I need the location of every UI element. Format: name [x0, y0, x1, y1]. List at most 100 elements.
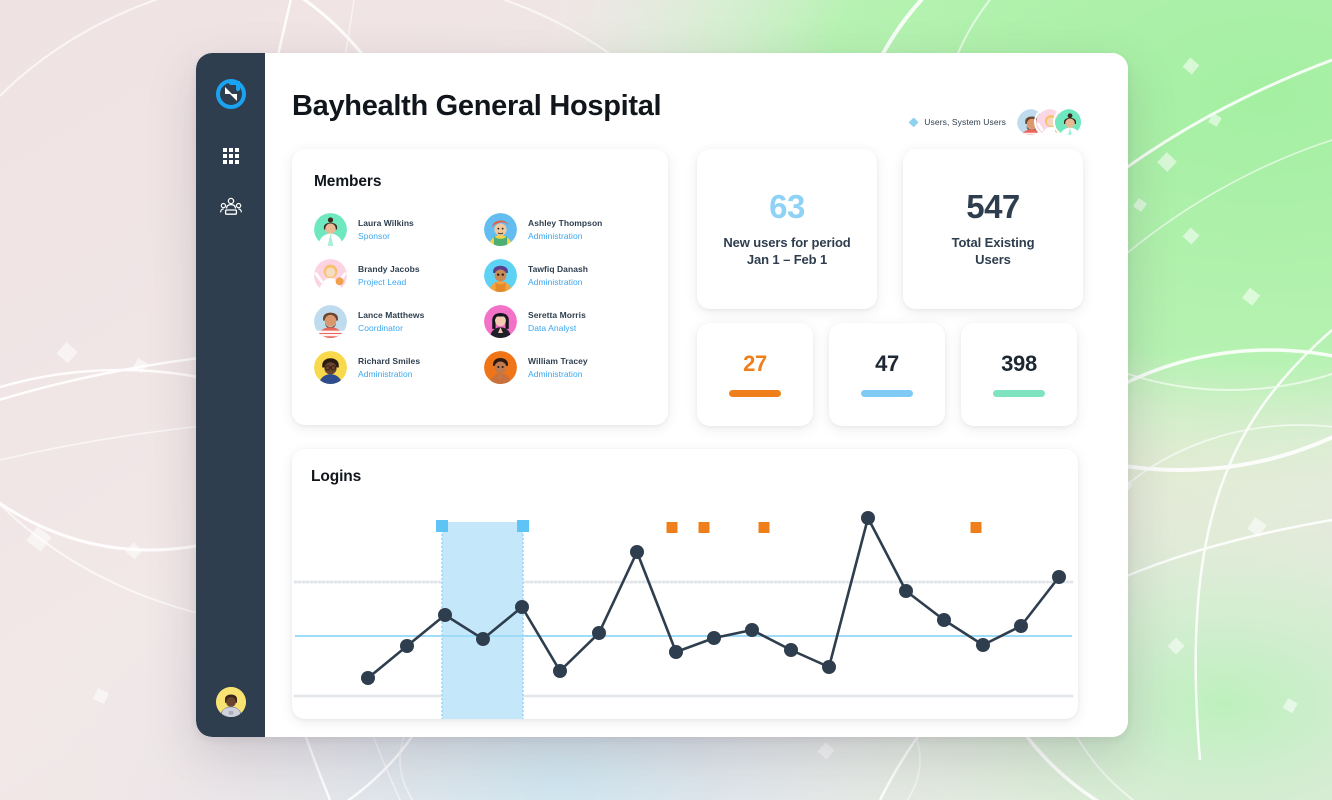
list-item[interactable]: Laura Wilkins Sponsor — [314, 213, 474, 246]
list-item[interactable]: Lance Matthews Coordinator — [314, 305, 474, 338]
stat-value: 47 — [875, 350, 899, 376]
avatar-william-glyph — [484, 351, 517, 384]
member-role: Sponsor — [358, 230, 391, 241]
chart-data-point — [553, 664, 567, 678]
members-card-heading: Members — [314, 173, 382, 190]
member-name: Lance Matthews — [358, 310, 425, 321]
chart-data-point — [976, 638, 990, 652]
user-avatar-glyph — [215, 687, 246, 717]
avatar[interactable] — [1053, 107, 1083, 137]
avatar-brandy-glyph — [314, 259, 347, 292]
sidebar-user-avatar[interactable] — [215, 687, 246, 717]
stat-card-orange[interactable]: 27 — [697, 323, 813, 426]
list-item[interactable]: Ashley Thompson Administration — [484, 213, 644, 246]
stats-column: 63 New users for period Jan 1 – Feb 1 54… — [697, 149, 1083, 426]
avatar — [484, 351, 517, 384]
avatar-tawfiq-glyph — [484, 259, 517, 292]
members-card: Members Laura Wilkins Sponsor Ashley Tho… — [292, 149, 668, 425]
chart-event-marker — [970, 522, 982, 533]
tag-icon — [909, 117, 919, 127]
chart-event-marker — [758, 522, 770, 533]
logins-chart-svg — [293, 511, 1074, 719]
sidebar-item-apps[interactable] — [214, 139, 248, 173]
list-item[interactable]: Seretta Morris Data Analyst — [484, 305, 644, 338]
avatar — [484, 259, 517, 292]
stat-card-green[interactable]: 398 — [961, 323, 1077, 426]
chart-data-point — [861, 511, 875, 525]
stat-card-total-users[interactable]: 547 Total Existing Users — [903, 149, 1083, 309]
stat-bar-indicator — [729, 389, 781, 397]
stat-caption-line-1: New users for period — [723, 234, 851, 250]
header-avatar-stack[interactable] — [1015, 107, 1083, 137]
stat-card-new-users[interactable]: 63 New users for period Jan 1 – Feb 1 — [697, 149, 877, 309]
users-tag-label: Users, System Users — [924, 117, 1006, 127]
topbar-right: Users, System Users — [908, 91, 1083, 137]
logins-chart-card: Logins — [292, 449, 1078, 719]
chart-data-point — [1014, 619, 1028, 633]
chart-data-point — [592, 626, 606, 640]
stat-bar-indicator — [861, 389, 913, 397]
selection-handle-left — [436, 520, 448, 532]
member-role: Administration — [528, 230, 583, 241]
stat-bar-indicator — [993, 389, 1045, 397]
stat-card-blue[interactable]: 47 — [829, 323, 945, 426]
chart-data-point — [784, 643, 798, 657]
avatar-laura-glyph — [1055, 109, 1081, 135]
avatar-richard-glyph — [314, 351, 347, 384]
avatar — [314, 305, 347, 338]
stat-value: 27 — [743, 350, 767, 376]
chart-event-markers — [666, 522, 982, 533]
member-name: Tawfiq Danash — [528, 264, 589, 275]
stat-value: 398 — [1001, 350, 1037, 376]
member-name: Seretta Morris — [528, 310, 586, 321]
topbar: Bayhealth General Hospital Users, System… — [292, 53, 1083, 145]
avatar — [484, 213, 517, 246]
chart-data-point — [515, 600, 529, 614]
sync-circle-logo-glyph — [215, 79, 246, 109]
member-role: Administration — [358, 368, 413, 379]
chart-data-point — [707, 631, 721, 645]
member-role: Data Analyst — [528, 322, 577, 333]
chart-gridlines — [293, 580, 1074, 698]
member-name: William Tracey — [528, 356, 588, 367]
member-name: Richard Smiles — [358, 356, 421, 367]
people-group-icon — [219, 197, 242, 215]
avatar-seretta-glyph — [484, 305, 517, 338]
sidebar-item-users[interactable] — [214, 189, 248, 223]
avatar — [314, 213, 347, 246]
chart-data-point — [476, 632, 490, 646]
list-item[interactable]: Brandy Jacobs Project Lead — [314, 259, 474, 292]
avatar — [484, 305, 517, 338]
sync-circle-logo-icon[interactable] — [215, 79, 246, 109]
page-title: Bayhealth General Hospital — [292, 90, 662, 122]
chart-data-point — [438, 608, 452, 622]
list-item[interactable]: Richard Smiles Administration — [314, 351, 474, 384]
chart-data-point — [822, 660, 836, 674]
chart-data-point — [669, 645, 683, 659]
stat-value: 547 — [966, 187, 1020, 225]
stats-bottom-row: 27 47 398 — [697, 323, 1083, 426]
chart-data-point — [400, 639, 414, 653]
logins-chart-area[interactable] — [292, 491, 1078, 719]
list-item[interactable]: Tawfiq Danash Administration — [484, 259, 644, 292]
member-name: Laura Wilkins — [358, 218, 414, 229]
chart-data-point — [361, 671, 375, 685]
members-list: Laura Wilkins Sponsor Ashley Thompson Ad… — [314, 213, 644, 384]
avatar — [314, 351, 347, 384]
chart-data-point — [630, 545, 644, 559]
dashboard-row-1: Members Laura Wilkins Sponsor Ashley Tho… — [292, 149, 1083, 426]
chart-data-point — [937, 613, 951, 627]
avatar-lance-glyph — [314, 305, 347, 338]
list-item[interactable]: William Tracey Administration — [484, 351, 644, 384]
member-role: Project Lead — [358, 276, 407, 287]
stat-caption: New users for period Jan 1 – Feb 1 — [723, 235, 850, 269]
page-root: Bayhealth General Hospital Users, System… — [0, 0, 1332, 800]
app-window: Bayhealth General Hospital Users, System… — [196, 53, 1128, 737]
avatar — [314, 259, 347, 292]
chart-data-point — [1052, 570, 1066, 584]
member-name: Ashley Thompson — [528, 218, 603, 229]
chart-event-marker — [698, 522, 710, 533]
avatar-laura-glyph — [314, 213, 347, 246]
chart-event-marker — [666, 522, 678, 533]
users-tag-chip[interactable]: Users, System Users — [908, 117, 1006, 128]
